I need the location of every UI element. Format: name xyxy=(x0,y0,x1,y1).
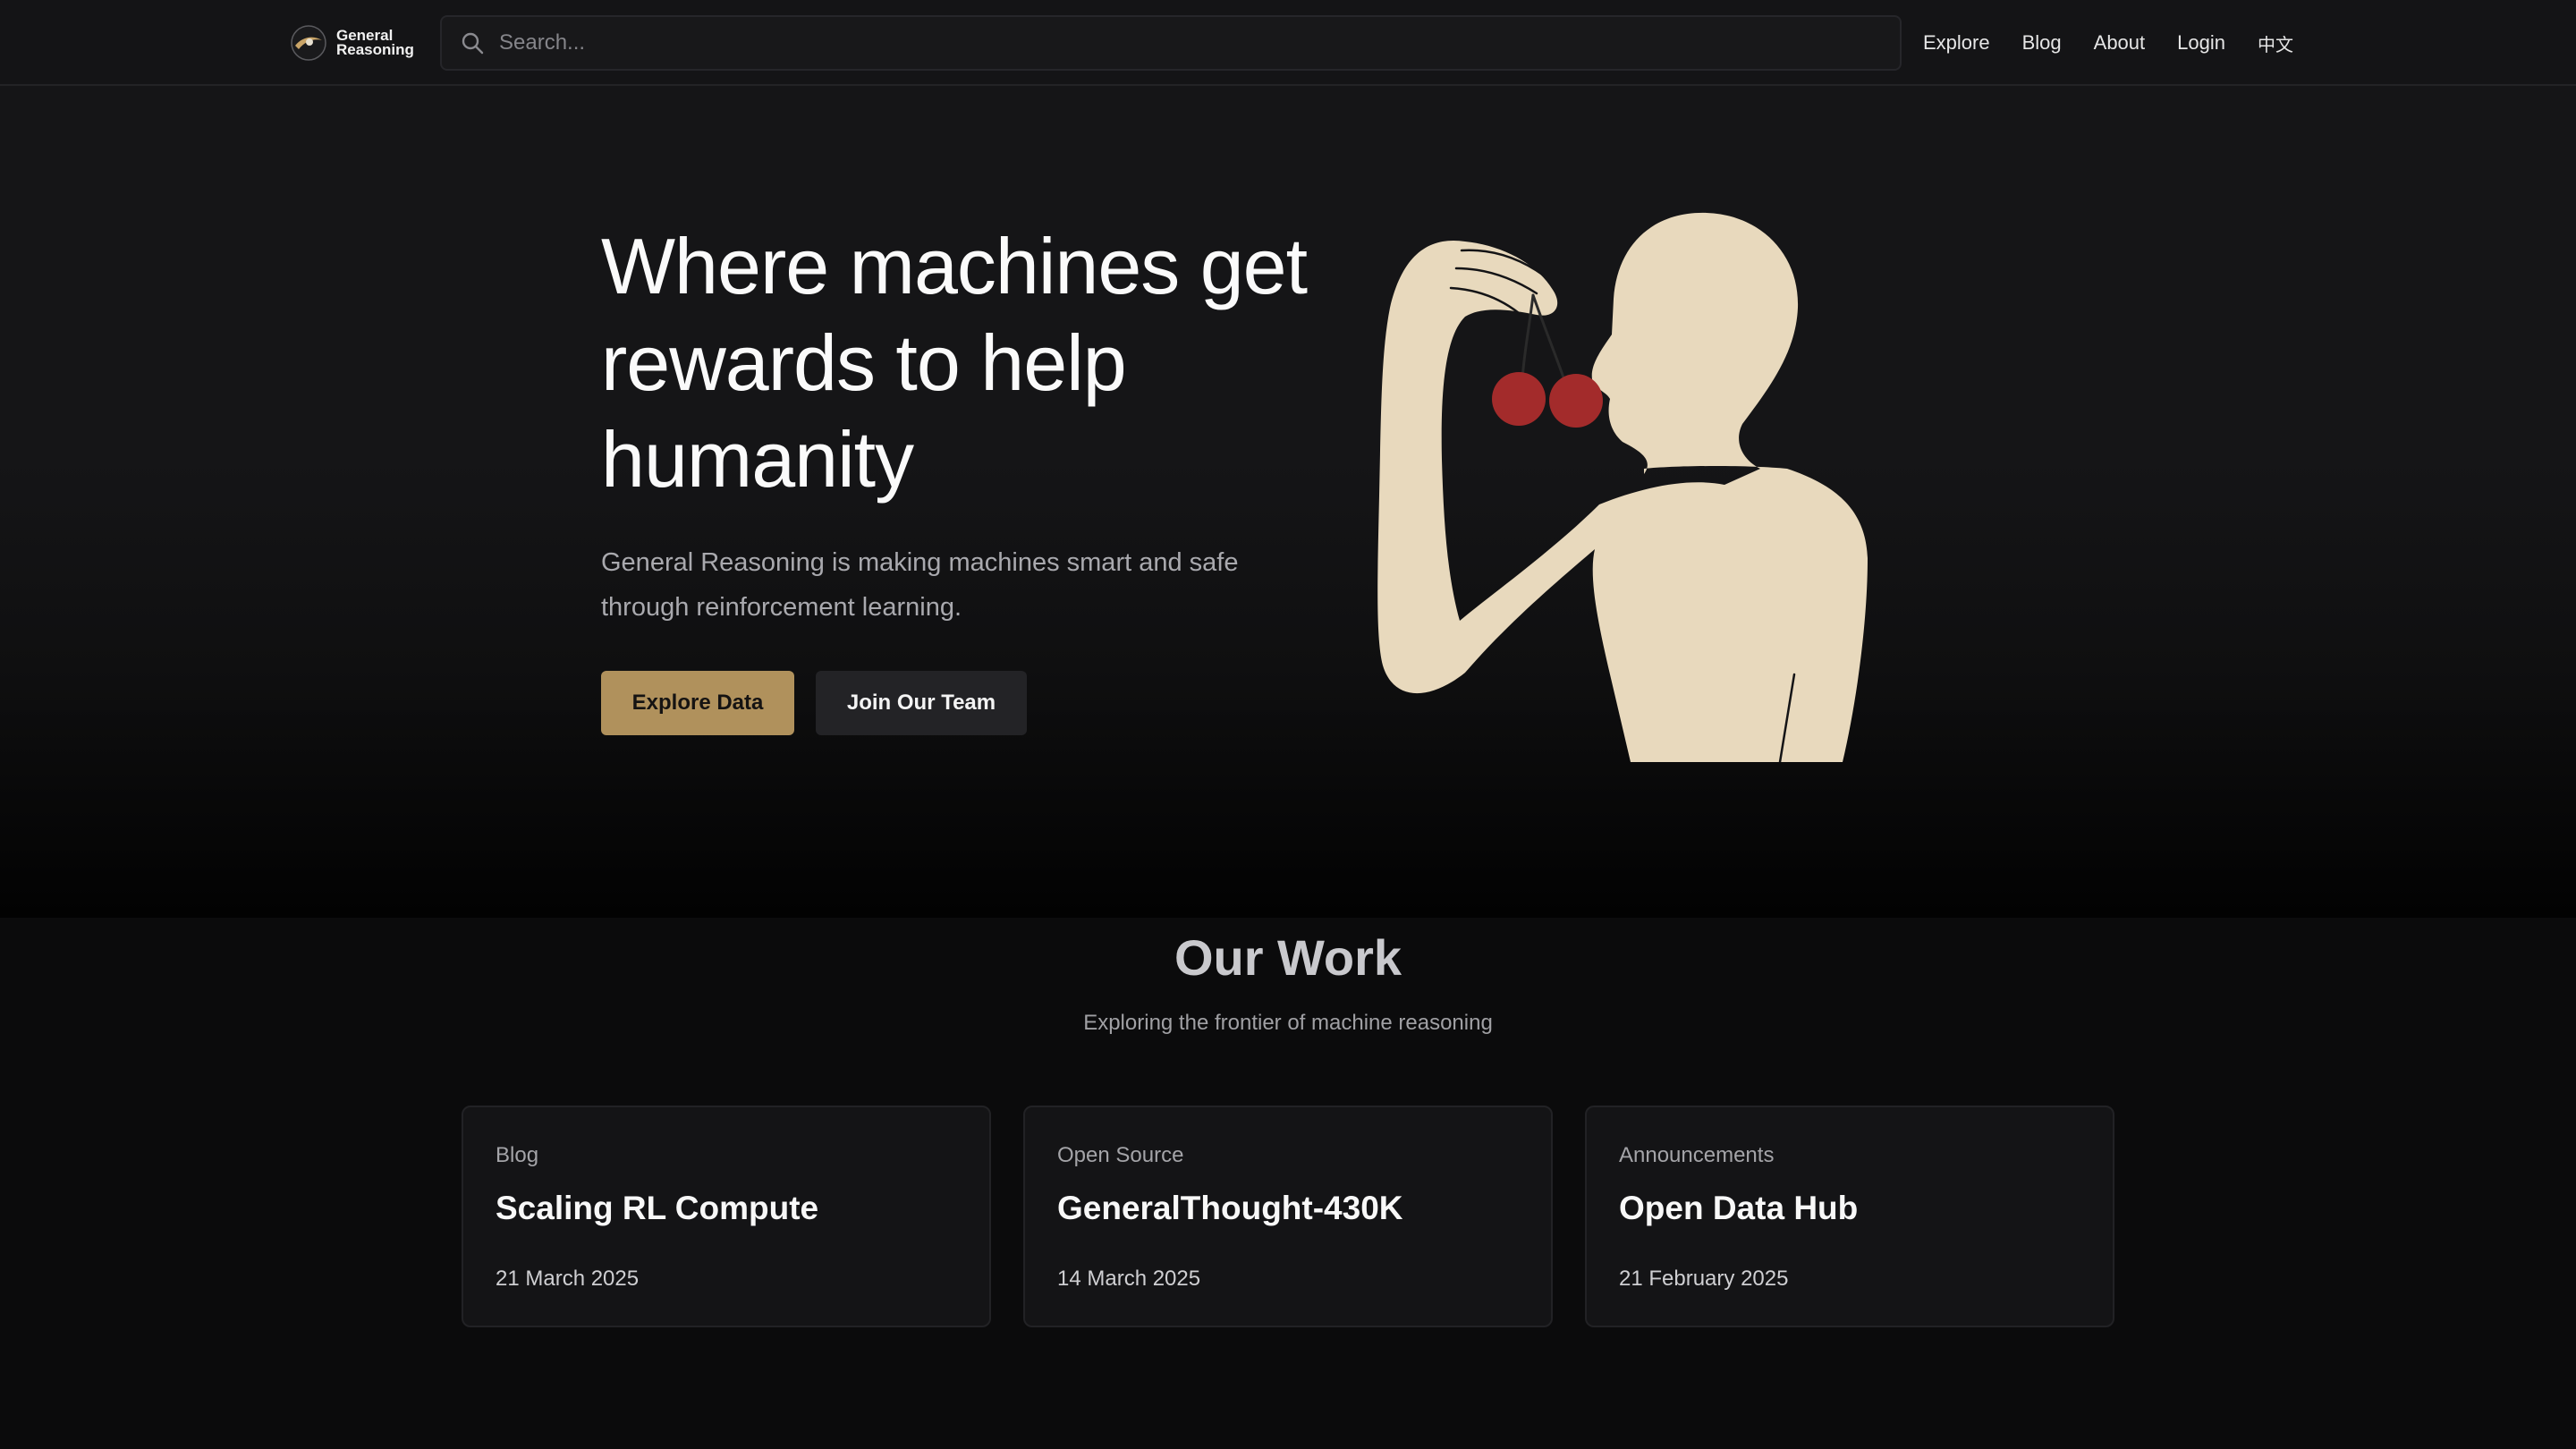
search-bar[interactable] xyxy=(440,15,1902,71)
brand-logo[interactable]: General Reasoning xyxy=(290,23,414,63)
card-title: Scaling RL Compute xyxy=(496,1190,819,1226)
hero-section: Where machines get rewards to help human… xyxy=(0,86,2576,918)
main-nav: Explore Blog About Login 中文 xyxy=(1923,27,2293,59)
card-title: GeneralThought-430K xyxy=(1057,1190,1403,1226)
search-input[interactable] xyxy=(497,30,1843,56)
language-switch-link[interactable]: 中文 xyxy=(2258,30,2293,56)
our-work-subtitle: Exploring the frontier of machine reason… xyxy=(1083,1011,1493,1035)
card-category: Announcements xyxy=(1619,1143,1775,1167)
card-date: 21 February 2025 xyxy=(1619,1267,1789,1291)
card-title: Open Data Hub xyxy=(1619,1190,1859,1226)
nav-login-link[interactable]: Login xyxy=(2177,31,2225,55)
card-date: 14 March 2025 xyxy=(1057,1267,1201,1291)
brand-line-2: Reasoning xyxy=(336,41,414,58)
card-date: 21 March 2025 xyxy=(496,1267,640,1291)
top-navigation-bar: General Reasoning Explore Blog About Log… xyxy=(0,0,2576,86)
work-card-generalthought[interactable]: Open Source GeneralThought-430K 14 March… xyxy=(1023,1106,1553,1327)
hero-subtitle: General Reasoning is making machines sma… xyxy=(601,548,1239,622)
brand-logo-icon xyxy=(291,25,326,61)
work-card-scaling-rl-compute[interactable]: Blog Scaling RL Compute 21 March 2025 xyxy=(462,1106,991,1327)
card-category: Open Source xyxy=(1057,1143,1184,1167)
nav-explore-link[interactable]: Explore xyxy=(1923,31,1990,55)
work-card-open-data-hub[interactable]: Announcements Open Data Hub 21 February … xyxy=(1585,1106,2114,1327)
brand-wordmark: General Reasoning xyxy=(336,28,414,58)
nav-about-link[interactable]: About xyxy=(2094,31,2146,55)
explore-data-button[interactable]: Explore Data xyxy=(601,671,794,735)
card-category: Blog xyxy=(496,1143,539,1167)
cherry-left xyxy=(1492,372,1546,426)
hero-title: Where machines get rewards to help human… xyxy=(601,222,1308,504)
cherry-right xyxy=(1549,374,1603,428)
search-icon xyxy=(462,32,484,55)
nav-blog-link[interactable]: Blog xyxy=(2022,31,2062,55)
our-work-heading: Our Work xyxy=(1174,929,1402,986)
hero-illustration-person-eating-cherries xyxy=(1377,212,1868,762)
join-our-team-button[interactable]: Join Our Team xyxy=(816,671,1027,735)
